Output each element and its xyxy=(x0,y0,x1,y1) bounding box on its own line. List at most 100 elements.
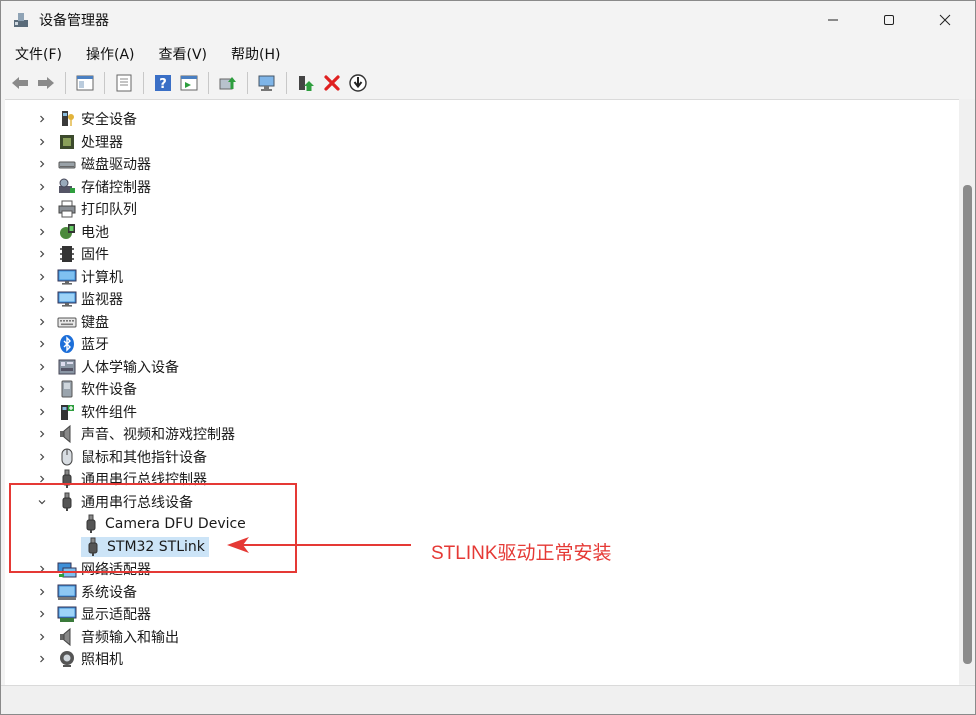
action-pane-button[interactable] xyxy=(178,72,200,94)
chevron-right-icon[interactable] xyxy=(35,176,49,198)
firmware-chip-icon xyxy=(57,244,77,264)
row-content[interactable]: 固件 xyxy=(57,244,109,264)
menu-action[interactable]: 操作(A) xyxy=(72,41,145,67)
row-content[interactable]: 磁盘驱动器 xyxy=(57,154,151,174)
row-content[interactable]: 声音、视频和游戏控制器 xyxy=(57,424,235,444)
show-hide-console-tree-button[interactable] xyxy=(74,72,96,94)
row-content[interactable]: 键盘 xyxy=(57,312,109,332)
hid-icon xyxy=(57,357,77,377)
device-category-row[interactable]: 键盘 xyxy=(35,311,109,333)
row-content[interactable]: 计算机 xyxy=(57,267,123,287)
mouse-icon xyxy=(57,447,77,467)
update-driver-icon xyxy=(219,77,236,90)
row-content[interactable]: 音频输入和输出 xyxy=(57,627,179,647)
scrollbar-thumb[interactable] xyxy=(963,185,972,664)
device-category-row[interactable]: 软件设备 xyxy=(35,378,137,400)
row-content[interactable]: 监视器 xyxy=(57,289,123,309)
device-category-row[interactable]: 显示适配器 xyxy=(35,603,151,625)
device-category-row[interactable]: 处理器 xyxy=(35,131,123,153)
chevron-right-icon[interactable] xyxy=(35,401,49,423)
maximize-icon xyxy=(884,15,894,25)
chevron-right-icon[interactable] xyxy=(35,198,49,220)
row-content[interactable]: 显示适配器 xyxy=(57,604,151,624)
chevron-right-icon[interactable] xyxy=(35,131,49,153)
device-category-row[interactable]: 蓝牙 xyxy=(35,333,109,355)
console-tree-icon xyxy=(76,75,94,91)
chevron-right-icon[interactable] xyxy=(35,603,49,625)
device-tree: 安全设备处理器磁盘驱动器存储控制器 打印队列电池固件计算机监视器键盘蓝牙人体学输入… xyxy=(5,99,959,685)
chevron-right-icon[interactable] xyxy=(35,288,49,310)
title-bar: 设备管理器 xyxy=(1,1,975,39)
device-category-row[interactable]: 存储控制器 xyxy=(35,176,151,198)
row-content[interactable]: 存储控制器 xyxy=(57,177,151,197)
minimize-button[interactable] xyxy=(805,1,861,39)
row-content[interactable]: 处理器 xyxy=(57,132,123,152)
device-category-row[interactable]: 安全设备 xyxy=(35,108,137,130)
chevron-right-icon[interactable] xyxy=(35,243,49,265)
close-button[interactable] xyxy=(917,1,973,39)
row-content[interactable]: 照相机 xyxy=(57,649,123,669)
device-category-row[interactable]: 声音、视频和游戏控制器 xyxy=(35,423,235,445)
chevron-right-icon[interactable] xyxy=(35,266,49,288)
toolbar-separator xyxy=(247,72,248,94)
chevron-right-icon[interactable] xyxy=(35,446,49,468)
forward-button[interactable] xyxy=(35,72,57,94)
maximize-button[interactable] xyxy=(861,1,917,39)
chevron-right-icon[interactable] xyxy=(35,378,49,400)
row-content[interactable]: 系统设备 xyxy=(57,582,137,602)
device-category-row[interactable]: 音频输入和输出 xyxy=(35,626,179,648)
device-label: 软件设备 xyxy=(81,382,137,398)
device-label: 键盘 xyxy=(81,314,109,331)
chevron-right-icon[interactable] xyxy=(35,626,49,648)
scan-hardware-button[interactable] xyxy=(256,72,278,94)
row-content[interactable]: 安全设备 xyxy=(57,109,137,129)
help-button[interactable]: ? xyxy=(152,72,174,94)
chevron-right-icon[interactable] xyxy=(35,153,49,175)
row-content[interactable]: 鼠标和其他指针设备 xyxy=(57,447,207,467)
properties-button[interactable] xyxy=(113,72,135,94)
vertical-scrollbar[interactable] xyxy=(959,99,975,684)
device-category-row[interactable]: 电池 xyxy=(35,221,109,243)
chevron-right-icon[interactable] xyxy=(35,356,49,378)
device-label: 电池 xyxy=(81,224,109,241)
device-category-row[interactable]: 固件 xyxy=(35,243,109,265)
device-category-row[interactable]: 打印队列 xyxy=(35,198,137,220)
device-label: 监视器 xyxy=(81,292,123,308)
menu-file[interactable]: 文件(F) xyxy=(1,41,72,67)
device-category-row[interactable]: 鼠标和其他指针设备 xyxy=(35,446,207,468)
row-content[interactable]: 蓝牙 xyxy=(57,334,109,354)
chevron-right-icon[interactable] xyxy=(35,581,49,603)
device-category-row[interactable]: 照相机 xyxy=(35,648,123,670)
back-button[interactable] xyxy=(9,72,31,94)
menu-bar: 文件(F) 操作(A) 查看(V) 帮助(H) xyxy=(1,41,975,67)
row-content[interactable]: 打印队列 xyxy=(57,199,137,219)
menu-help[interactable]: 帮助(H) xyxy=(217,41,290,67)
device-category-row[interactable]: 软件组件 xyxy=(35,401,137,423)
update-driver-button[interactable] xyxy=(217,72,239,94)
row-content[interactable]: 人体学输入设备 xyxy=(57,357,179,377)
chevron-right-icon[interactable] xyxy=(35,108,49,130)
device-category-row[interactable]: 系统设备 xyxy=(35,581,137,603)
enable-device-button[interactable] xyxy=(295,72,317,94)
toolbar-separator xyxy=(104,72,105,94)
chevron-right-icon[interactable] xyxy=(35,221,49,243)
device-category-row[interactable]: 计算机 xyxy=(35,266,123,288)
device-category-row[interactable]: 监视器 xyxy=(35,288,123,310)
computer-icon xyxy=(57,267,77,287)
device-label: 磁盘驱动器 xyxy=(81,157,151,173)
svg-text:?: ? xyxy=(159,77,167,92)
row-content[interactable]: 软件设备 xyxy=(57,379,137,399)
uninstall-device-button[interactable] xyxy=(321,72,343,94)
printer-icon xyxy=(57,199,77,219)
row-content[interactable]: 电池 xyxy=(57,222,109,242)
row-content[interactable]: 软件组件 xyxy=(57,402,137,422)
disable-device-button[interactable] xyxy=(347,72,369,94)
device-category-row[interactable]: 人体学输入设备 xyxy=(35,356,179,378)
chevron-right-icon[interactable] xyxy=(35,423,49,445)
chevron-right-icon[interactable] xyxy=(35,311,49,333)
chevron-right-icon[interactable] xyxy=(35,648,49,670)
menu-view[interactable]: 查看(V) xyxy=(145,41,218,67)
minimize-icon xyxy=(828,19,838,21)
chevron-right-icon[interactable] xyxy=(35,333,49,355)
device-category-row[interactable]: 磁盘驱动器 xyxy=(35,153,151,175)
